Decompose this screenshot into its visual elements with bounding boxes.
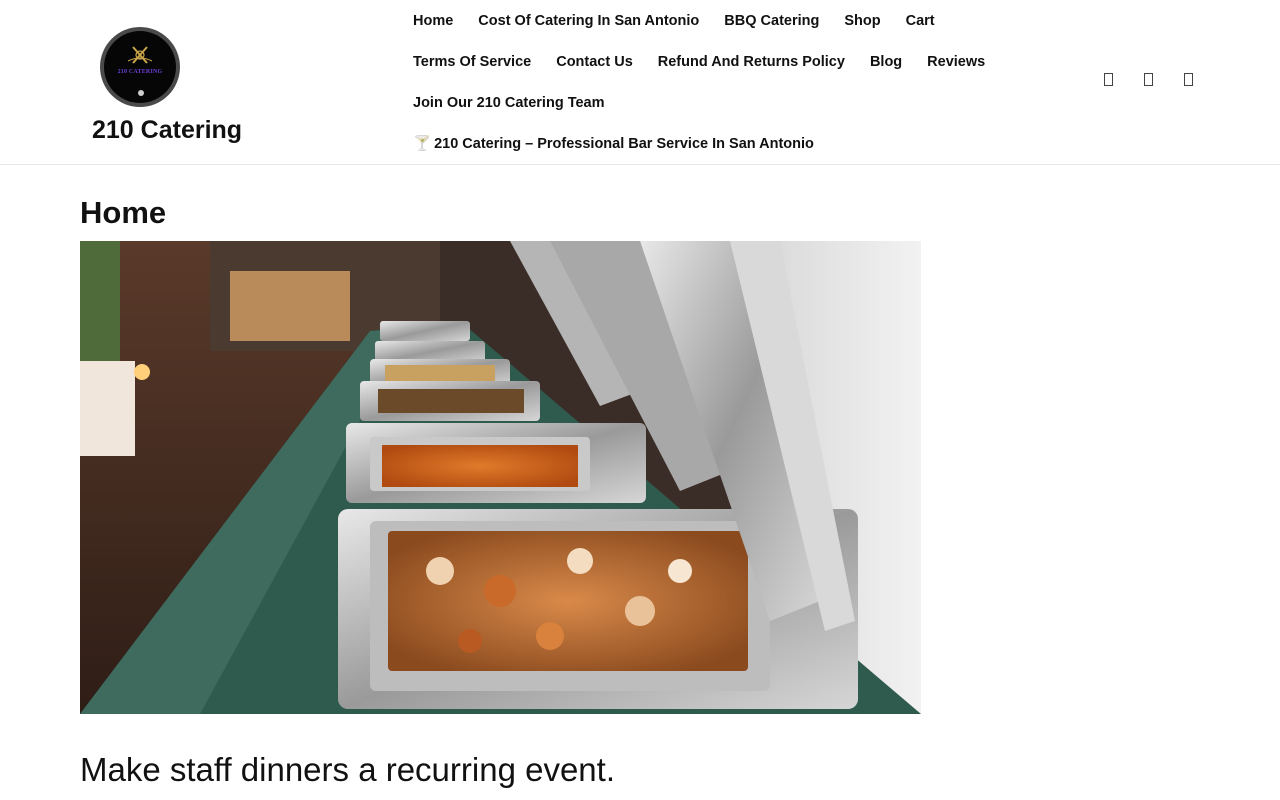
nav-item-bar-service-label: 210 Catering – Professional Bar Service … xyxy=(434,136,814,152)
nav-item-reviews[interactable]: Reviews xyxy=(914,54,997,70)
nav-item-blog[interactable]: Blog xyxy=(857,54,914,70)
nav-row-4: 🍸 210 Catering – Professional Bar Service… xyxy=(400,123,826,164)
nav-item-shop[interactable]: Shop xyxy=(831,13,892,29)
page-title: Home xyxy=(80,195,167,230)
nav-item-home[interactable]: Home xyxy=(400,13,465,29)
nav-item-terms-of-service[interactable]: Terms Of Service xyxy=(400,54,543,70)
nav-item-bbq-catering[interactable]: BBQ Catering xyxy=(711,13,831,29)
nav-row-1: Home Cost Of Catering In San Antonio BBQ… xyxy=(400,0,947,41)
nav-item-refund-policy[interactable]: Refund And Returns Policy xyxy=(645,54,857,70)
nav-item-cost-of-catering[interactable]: Cost Of Catering In San Antonio xyxy=(465,13,711,29)
nav-row-3: Join Our 210 Catering Team xyxy=(400,82,617,123)
logo-emblem xyxy=(138,90,144,96)
search-icon[interactable] xyxy=(1104,73,1113,86)
logo-text: 210 CATERING xyxy=(117,69,163,75)
nav-item-contact-us[interactable]: Contact Us xyxy=(543,54,645,70)
nav-item-bar-service[interactable]: 🍸 210 Catering – Professional Bar Service… xyxy=(400,135,826,152)
account-icon[interactable] xyxy=(1144,73,1153,86)
brand: 210 CATERING 210 Catering xyxy=(80,0,260,160)
nav-item-cart[interactable]: Cart xyxy=(893,13,947,29)
site-title[interactable]: 210 Catering xyxy=(92,116,242,145)
logo-badge: 210 CATERING xyxy=(104,31,176,103)
primary-navigation: Home Cost Of Catering In San Antonio BBQ… xyxy=(400,0,1000,164)
hero-image xyxy=(80,241,921,714)
page-tagline: Make staff dinners a recurring event. xyxy=(80,751,615,788)
header-icons xyxy=(1100,73,1200,89)
site-logo[interactable]: 210 CATERING xyxy=(100,27,180,107)
martini-glass-icon: 🍸 xyxy=(413,136,432,152)
buffet-chafing-dishes-photo xyxy=(80,241,921,714)
crossed-utensils-icon xyxy=(127,46,153,64)
site-header: 210 CATERING 210 Catering Home Cost Of C… xyxy=(0,0,1280,165)
cart-icon[interactable] xyxy=(1184,73,1193,86)
nav-row-2: Terms Of Service Contact Us Refund And R… xyxy=(400,41,997,82)
nav-item-join-team[interactable]: Join Our 210 Catering Team xyxy=(400,95,617,111)
